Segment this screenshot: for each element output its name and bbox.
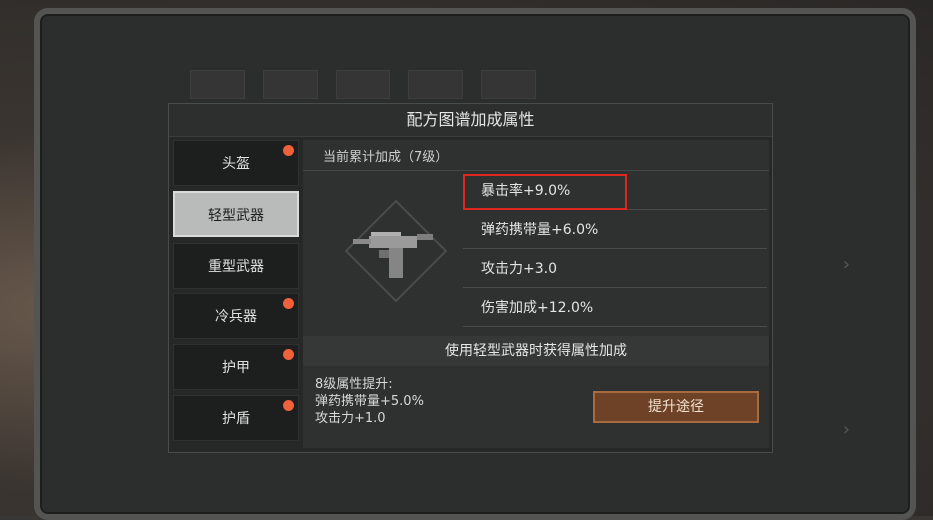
stat-damage-bonus: 伤害加成+12.0% <box>463 289 767 327</box>
sidebar-item-label: 重型武器 <box>208 259 264 275</box>
sidebar-item-label: 护盾 <box>222 411 250 427</box>
next-level-bonus: 8级属性提升: 弹药携带量+5.0% 攻击力+1.0 <box>315 376 424 427</box>
chevron-right-icon: › <box>842 419 850 440</box>
uzi-smg-icon <box>344 199 448 303</box>
background-tab <box>335 69 391 99</box>
sidebar-item-label: 轻型武器 <box>208 208 264 224</box>
sidebar-item-helmet[interactable]: 头盔 <box>173 140 299 186</box>
stat-attack: 攻击力+3.0 <box>463 250 767 288</box>
background-tab <box>190 69 245 99</box>
next-level-stat: 弹药携带量+5.0% <box>315 394 424 409</box>
sidebar-item-label: 冷兵器 <box>215 309 257 325</box>
sidebar-item-shield[interactable]: 护盾 <box>173 395 299 441</box>
notification-dot-icon <box>283 145 294 156</box>
sidebar-item-armor[interactable]: 护甲 <box>173 344 299 390</box>
cumulative-bonus-label: 当前累计加成（7级） <box>323 150 449 165</box>
bonus-condition-bar: 使用轻型武器时获得属性加成 <box>303 336 769 366</box>
upgrade-path-button[interactable]: 提升途径 <box>593 391 759 423</box>
stat-ammo-capacity: 弹药携带量+6.0% <box>463 211 767 249</box>
notification-dot-icon <box>283 349 294 360</box>
bonus-content-panel: 当前累计加成（7级） 暴击率+9.0% 弹药携带量+6.0% 攻击力+3.0 伤… <box>303 140 769 448</box>
notification-dot-icon <box>283 298 294 309</box>
modal-title: 配方图谱加成属性 <box>169 104 772 137</box>
background-tabs <box>190 64 810 104</box>
background-tab <box>262 69 318 99</box>
chevron-right-icon: › <box>842 254 850 275</box>
divider <box>303 170 769 171</box>
sidebar-item-melee[interactable]: 冷兵器 <box>173 293 299 339</box>
background-tab <box>408 69 464 99</box>
sidebar-item-label: 头盔 <box>222 156 250 172</box>
next-level-stat: 攻击力+1.0 <box>315 411 386 426</box>
highlight-box <box>463 174 627 210</box>
next-level-title: 8级属性提升: <box>315 377 393 392</box>
category-sidebar: 头盔 轻型武器 重型武器 冷兵器 护甲 护盾 <box>173 140 301 448</box>
notification-dot-icon <box>283 400 294 411</box>
recipe-bonus-modal: 配方图谱加成属性 头盔 轻型武器 重型武器 冷兵器 护甲 护盾 当前累计加成（7… <box>168 103 773 453</box>
background-tab <box>481 69 536 99</box>
sidebar-item-label: 护甲 <box>222 360 250 376</box>
sidebar-item-heavy-weapon[interactable]: 重型武器 <box>173 243 299 289</box>
sidebar-item-light-weapon[interactable]: 轻型武器 <box>173 191 299 237</box>
